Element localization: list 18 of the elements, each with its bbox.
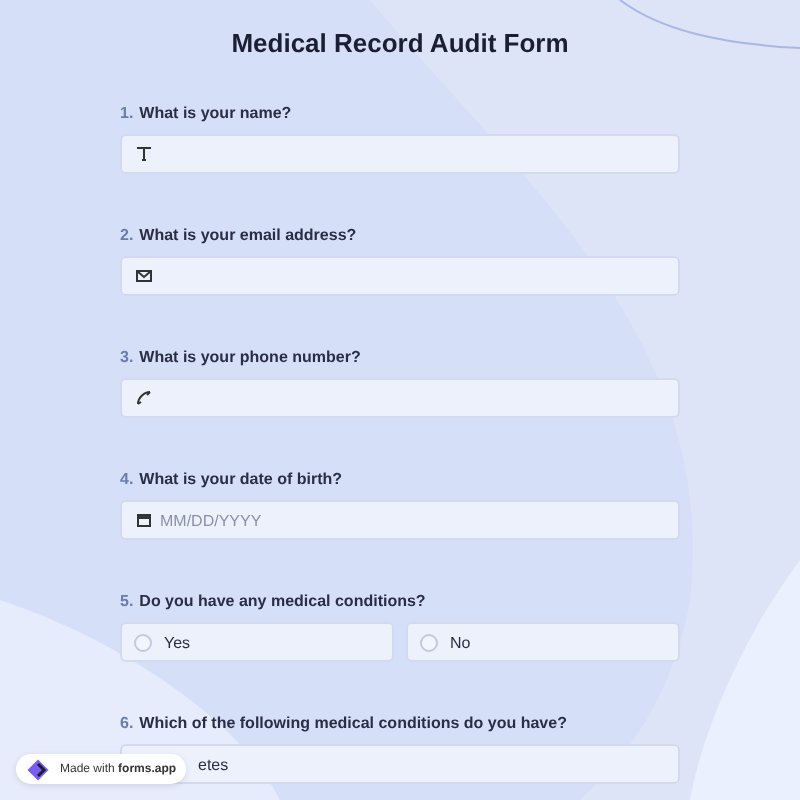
- question-label: 3. What is your phone number?: [120, 348, 363, 368]
- question-label: 6. Which of the following medical conditions do you have?: [120, 714, 569, 734]
- mail-icon: [136, 268, 152, 284]
- text-icon: [136, 146, 152, 162]
- question-label: 1. What is your name?: [120, 104, 294, 124]
- form-title: Medical Record Audit Form: [229, 28, 571, 58]
- question-label: 4. What is your date of birth?: [120, 470, 345, 490]
- input-field[interactable]: [120, 378, 680, 418]
- calendar-icon: [136, 512, 152, 528]
- logo-icon: [26, 757, 50, 781]
- input-field[interactable]: [120, 256, 680, 296]
- input-field[interactable]: MM/DD/YYYY: [120, 500, 680, 540]
- radio-option[interactable]: Yes: [120, 622, 394, 662]
- input-field[interactable]: [120, 134, 680, 174]
- question-label: 2. What is your email address?: [120, 226, 359, 246]
- question-label: 5. Do you have any medical conditions?: [120, 592, 428, 612]
- phone-icon: [136, 390, 152, 406]
- radio-option[interactable]: No: [406, 622, 680, 662]
